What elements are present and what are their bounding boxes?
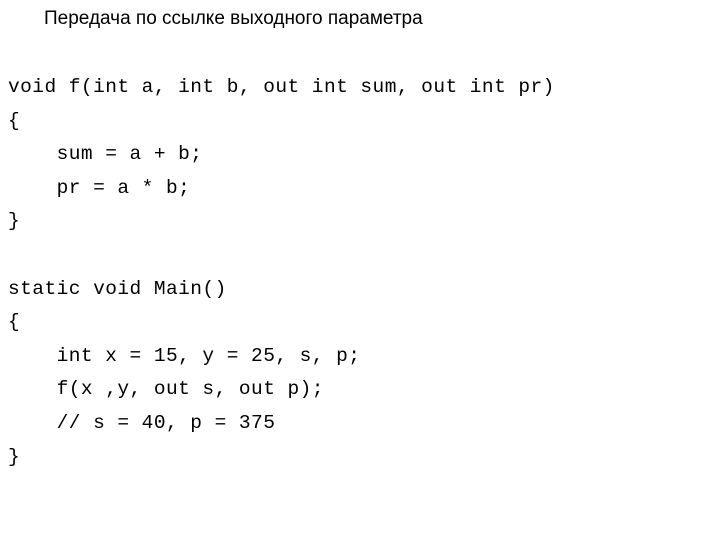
code-line: { [8, 109, 21, 132]
slide-title: Передача по ссылке выходного параметра [44, 8, 423, 29]
code-line: } [8, 210, 21, 233]
code-line: sum = a + b; [8, 143, 203, 166]
code-block: void f(int a, int b, out int sum, out in… [8, 71, 708, 474]
slide-canvas: Передача по ссылке выходного параметра v… [0, 0, 720, 540]
code-line: f(x ,y, out s, out p); [8, 378, 324, 401]
code-line: int x = 15, y = 25, s, p; [8, 344, 361, 367]
code-line: pr = a * b; [8, 176, 191, 199]
code-line: static void Main() [8, 277, 227, 300]
code-line: // s = 40, p = 375 [8, 411, 276, 434]
code-line: } [8, 445, 21, 468]
code-line: { [8, 311, 21, 334]
code-line: void f(int a, int b, out int sum, out in… [8, 76, 555, 98]
